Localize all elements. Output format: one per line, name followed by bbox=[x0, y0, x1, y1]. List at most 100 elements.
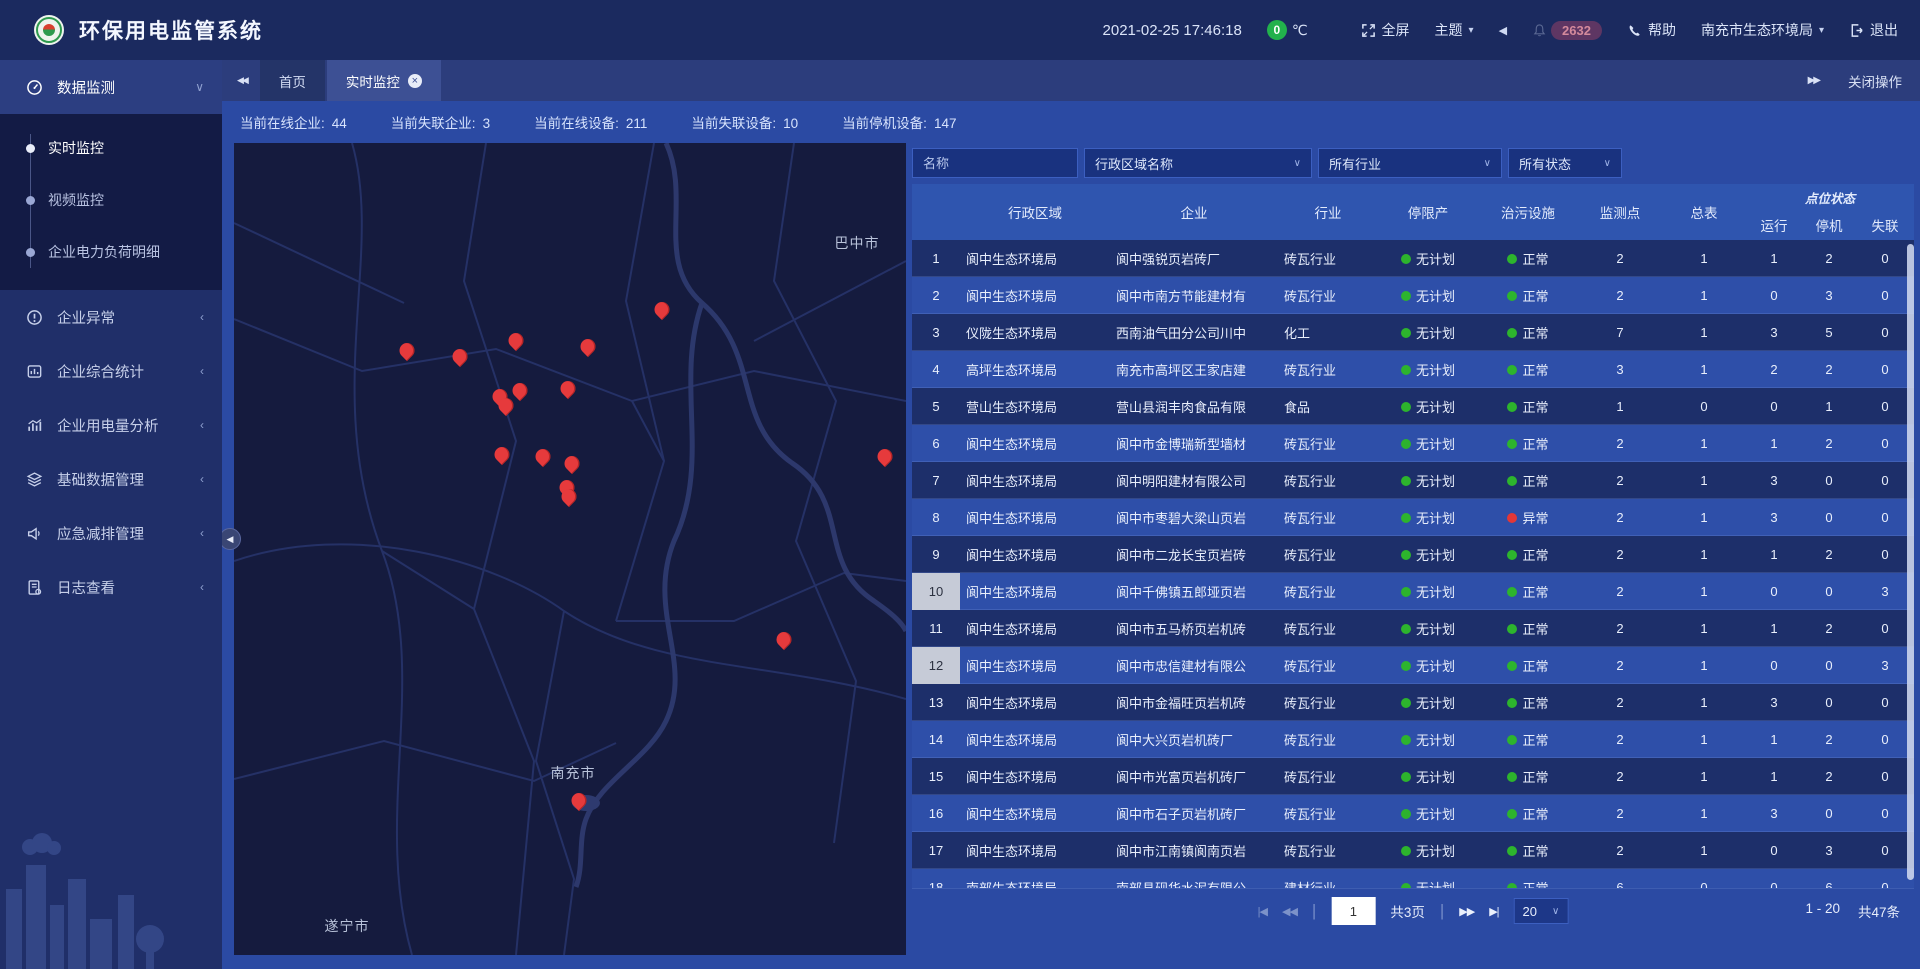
cell-halt: 0 bbox=[1802, 510, 1856, 525]
theme-menu[interactable]: 主题▾ bbox=[1435, 20, 1474, 40]
sidebar-item-数据监测[interactable]: 数据监测∨ bbox=[0, 60, 222, 114]
region-filter-select[interactable]: 行政区域名称∨ bbox=[1084, 148, 1312, 178]
sidebar-item-基础数据管理[interactable]: 基础数据管理‹ bbox=[0, 452, 222, 506]
map-marker-icon[interactable] bbox=[777, 632, 792, 647]
table-row[interactable]: 10阆中生态环境局阆中千佛镇五郎垭页岩砖瓦行业无计划正常21003 bbox=[912, 573, 1914, 610]
cell-points: 2 bbox=[1578, 547, 1662, 562]
row-index: 9 bbox=[912, 536, 960, 573]
industry-filter-select[interactable]: 所有行业∨ bbox=[1318, 148, 1502, 178]
cell-meters: 1 bbox=[1662, 510, 1746, 525]
map-marker-icon[interactable] bbox=[499, 398, 514, 413]
table-row[interactable]: 18南部生态环境局南部县砚华水泥有限公建材行业无计划正常60060 bbox=[912, 869, 1914, 888]
table-row[interactable]: 12阆中生态环境局阆中市忠信建材有限公砖瓦行业无计划正常21003 bbox=[912, 647, 1914, 684]
cell-run: 3 bbox=[1746, 695, 1802, 710]
page-size-select[interactable]: 20∨ bbox=[1514, 898, 1569, 924]
tab-首页[interactable]: 首页 bbox=[260, 60, 325, 101]
page-number-input[interactable] bbox=[1331, 897, 1375, 925]
cell-run: 1 bbox=[1746, 547, 1802, 562]
cell-lost: 0 bbox=[1856, 769, 1914, 784]
name-filter-input[interactable] bbox=[912, 148, 1078, 178]
status-dot-icon bbox=[1507, 698, 1517, 708]
table-row[interactable]: 3仪陇生态环境局西南油气田分公司川中化工无计划正常71350 bbox=[912, 314, 1914, 351]
cell-company: 阆中市二龙长宝页岩砖 bbox=[1110, 545, 1278, 564]
table-row[interactable]: 14阆中生态环境局阆中大兴页岩机砖厂砖瓦行业无计划正常21120 bbox=[912, 721, 1914, 758]
table-row[interactable]: 13阆中生态环境局阆中市金福旺页岩机砖砖瓦行业无计划正常21300 bbox=[912, 684, 1914, 721]
sidebar-item-企业用电量分析[interactable]: 企业用电量分析‹ bbox=[0, 398, 222, 452]
map-marker-icon[interactable] bbox=[513, 383, 528, 398]
logout-button[interactable]: 退出 bbox=[1849, 20, 1898, 40]
notifications-button[interactable]: 2632 bbox=[1532, 21, 1602, 40]
table-scrollbar[interactable] bbox=[1907, 244, 1914, 880]
table-row[interactable]: 1阆中生态环境局阆中强锐页岩砖厂砖瓦行业无计划正常21120 bbox=[912, 240, 1914, 277]
table-row[interactable]: 2阆中生态环境局阆中市南方节能建材有砖瓦行业无计划正常21030 bbox=[912, 277, 1914, 314]
cell-halt: 0 bbox=[1802, 658, 1856, 673]
org-menu[interactable]: 南充市生态环境局▾ bbox=[1701, 20, 1824, 40]
sidebar-item-企业综合统计[interactable]: 企业综合统计‹ bbox=[0, 344, 222, 398]
cell-treatment-status: 正常 bbox=[1478, 397, 1578, 416]
table-row[interactable]: 11阆中生态环境局阆中市五马桥页岩机砖砖瓦行业无计划正常21120 bbox=[912, 610, 1914, 647]
map-marker-icon[interactable] bbox=[561, 381, 576, 396]
map-marker-icon[interactable] bbox=[536, 449, 551, 464]
map-panel[interactable]: 巴中市南充市遂宁市 bbox=[234, 143, 906, 955]
status-dot-icon bbox=[1507, 772, 1517, 782]
sidebar-item-日志查看[interactable]: 日志查看‹ bbox=[0, 560, 222, 614]
pagination-controls: |◀ ◀◀ | 共3页 | ▶▶ ▶| 20∨ bbox=[1258, 897, 1569, 925]
cell-run: 3 bbox=[1746, 806, 1802, 821]
sidebar-subitem-实时监控[interactable]: 实时监控 bbox=[0, 122, 222, 174]
table-row[interactable]: 6阆中生态环境局阆中市金博瑞新型墙材砖瓦行业无计划正常21120 bbox=[912, 425, 1914, 462]
pagination-next-button[interactable]: ▶▶ bbox=[1459, 905, 1474, 918]
stop-status-label: 无计划 bbox=[1416, 841, 1455, 860]
sidebar-item-label: 应急减排管理 bbox=[57, 523, 186, 544]
cell-industry: 砖瓦行业 bbox=[1278, 841, 1378, 860]
map-marker-icon[interactable] bbox=[565, 456, 580, 471]
map-marker-icon[interactable] bbox=[572, 793, 587, 808]
map-marker-icon[interactable] bbox=[509, 333, 524, 348]
cell-halt: 2 bbox=[1802, 621, 1856, 636]
cell-lost: 0 bbox=[1856, 436, 1914, 451]
stop-status-label: 无计划 bbox=[1416, 545, 1455, 564]
status-filter-select[interactable]: 所有状态∨ bbox=[1508, 148, 1622, 178]
tab-实时监控[interactable]: 实时监控× bbox=[327, 60, 441, 101]
table-row[interactable]: 15阆中生态环境局阆中市光富页岩机砖厂砖瓦行业无计划正常21120 bbox=[912, 758, 1914, 795]
map-marker-icon[interactable] bbox=[400, 343, 415, 358]
cell-company: 西南油气田分公司川中 bbox=[1110, 323, 1278, 342]
collapse-map-button[interactable]: ◀ bbox=[219, 528, 241, 550]
cell-stop-status: 无计划 bbox=[1378, 434, 1478, 453]
map-marker-icon[interactable] bbox=[655, 302, 670, 317]
sidebar-subitem-企业电力负荷明细[interactable]: 企业电力负荷明细 bbox=[0, 226, 222, 278]
cell-meters: 1 bbox=[1662, 769, 1746, 784]
treatment-status-label: 正常 bbox=[1522, 471, 1548, 490]
map-marker-icon[interactable] bbox=[453, 349, 468, 364]
pagination-prev-button[interactable]: ◀◀ bbox=[1282, 905, 1297, 918]
help-button[interactable]: 帮助 bbox=[1627, 20, 1676, 40]
temperature-unit: ℃ bbox=[1292, 22, 1308, 39]
pagination-last-button[interactable]: ▶| bbox=[1489, 905, 1498, 918]
pagination-first-button[interactable]: |◀ bbox=[1258, 905, 1267, 918]
sidebar-item-企业异常[interactable]: 企业异常‹ bbox=[0, 290, 222, 344]
table-row[interactable]: 9阆中生态环境局阆中市二龙长宝页岩砖砖瓦行业无计划正常21120 bbox=[912, 536, 1914, 573]
sidebar-subitem-视频监控[interactable]: 视频监控 bbox=[0, 174, 222, 226]
map-marker-icon[interactable] bbox=[495, 447, 510, 462]
status-dot-icon bbox=[1507, 735, 1517, 745]
mute-speaker-icon[interactable]: ◀ bbox=[1499, 24, 1507, 37]
map-marker-icon[interactable] bbox=[878, 449, 893, 464]
sidebar-item-应急减排管理[interactable]: 应急减排管理‹ bbox=[0, 506, 222, 560]
table-row[interactable]: 17阆中生态环境局阆中市江南镇阆南页岩砖瓦行业无计划正常21030 bbox=[912, 832, 1914, 869]
map-marker-icon[interactable] bbox=[562, 489, 577, 504]
cell-stop-status: 无计划 bbox=[1378, 841, 1478, 860]
table-row[interactable]: 7阆中生态环境局阆中明阳建材有限公司砖瓦行业无计划正常21300 bbox=[912, 462, 1914, 499]
tabs-scroll-right-icon[interactable]: ▶▶ bbox=[1799, 75, 1828, 86]
fullscreen-button[interactable]: 全屏 bbox=[1361, 20, 1410, 40]
cell-lost: 0 bbox=[1856, 399, 1914, 414]
table-row[interactable]: 16阆中生态环境局阆中市石子页岩机砖厂砖瓦行业无计划正常21300 bbox=[912, 795, 1914, 832]
table-row[interactable]: 4高坪生态环境局南充市高坪区王家店建砖瓦行业无计划正常31220 bbox=[912, 351, 1914, 388]
fullscreen-icon bbox=[1361, 23, 1376, 38]
cell-region: 阆中生态环境局 bbox=[960, 767, 1110, 786]
table-row[interactable]: 8阆中生态环境局阆中市枣碧大梁山页岩砖瓦行业无计划异常21300 bbox=[912, 499, 1914, 536]
tabs-scroll-left-icon[interactable]: ◀◀ bbox=[228, 75, 256, 86]
map-marker-icon[interactable] bbox=[581, 339, 596, 354]
close-operations-button[interactable]: 关闭操作 bbox=[1848, 71, 1902, 91]
cell-company: 阆中市光富页岩机砖厂 bbox=[1110, 767, 1278, 786]
table-row[interactable]: 5营山生态环境局营山县润丰肉食品有限食品无计划正常10010 bbox=[912, 388, 1914, 425]
tab-close-icon[interactable]: × bbox=[408, 74, 422, 88]
